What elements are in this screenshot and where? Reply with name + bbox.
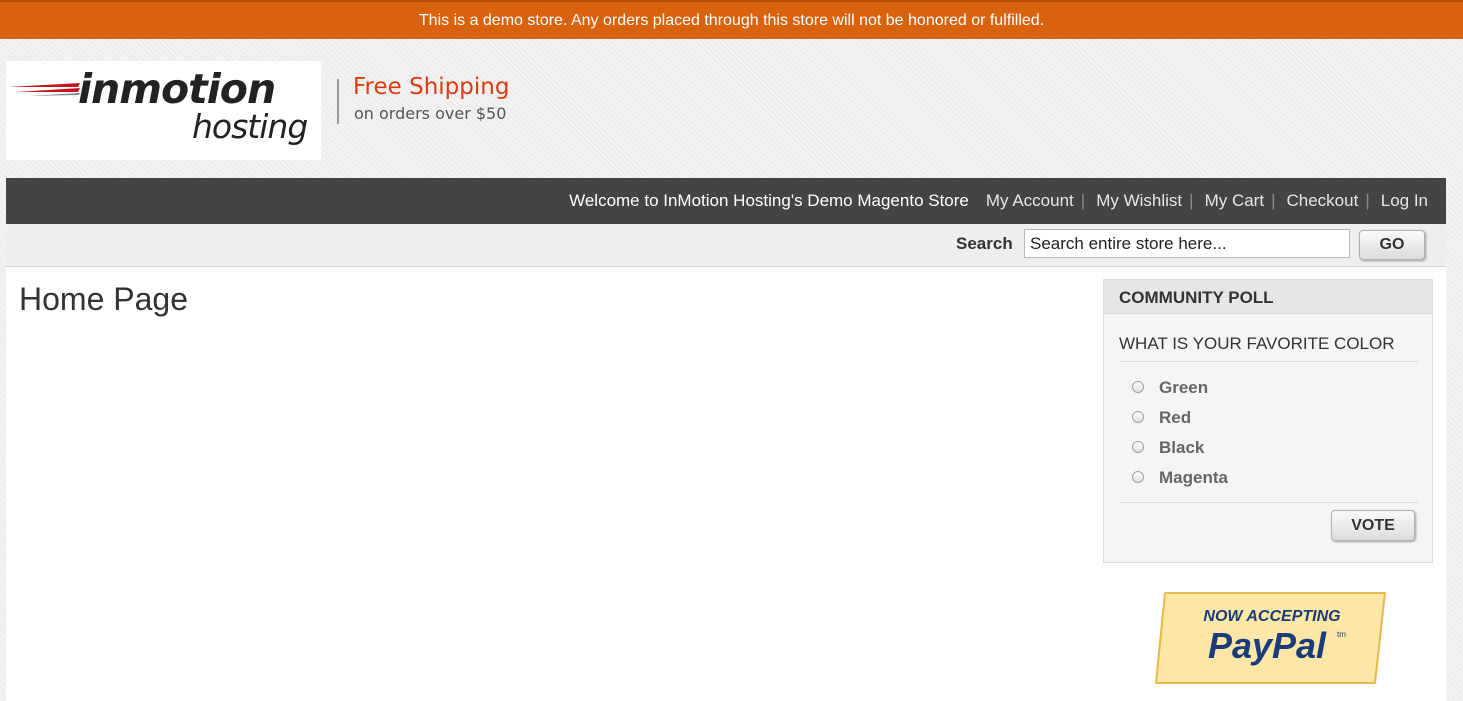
poll-option-red[interactable]: Red [1132, 409, 1228, 439]
paypal-now-accepting: NOW ACCEPTING [1203, 608, 1340, 625]
radio-button[interactable] [1132, 471, 1144, 483]
poll-option-label[interactable]: Red [1159, 409, 1191, 426]
top-links: Welcome to InMotion Hosting's Demo Magen… [569, 178, 1428, 224]
link-separator: | [1271, 191, 1276, 210]
vote-button[interactable]: VOTE [1331, 510, 1415, 541]
header-divider [337, 79, 339, 124]
radio-button[interactable] [1132, 441, 1144, 453]
demo-store-notice: This is a demo store. Any orders placed … [0, 0, 1463, 39]
poll-option-label[interactable]: Magenta [1159, 469, 1228, 486]
poll-divider [1119, 502, 1418, 503]
my-account-link[interactable]: My Account [986, 191, 1074, 211]
paypal-trademark: tm [1337, 630, 1346, 639]
poll-option-black[interactable]: Black [1132, 439, 1228, 469]
welcome-message: Welcome to InMotion Hosting's Demo Magen… [569, 191, 969, 210]
store-logo[interactable]: inmotion hosting [6, 61, 321, 160]
paypal-logo-text: PayPal [1208, 625, 1327, 666]
link-separator: | [1365, 191, 1370, 210]
free-shipping-title: Free Shipping [353, 74, 510, 100]
community-poll: COMMUNITY POLL WHAT IS YOUR FAVORITE COL… [1103, 279, 1433, 563]
poll-option-label[interactable]: Black [1159, 439, 1204, 456]
main-content: Home Page COMMUNITY POLL WHAT IS YOUR FA… [6, 267, 1446, 701]
demo-store-notice-text: This is a demo store. Any orders placed … [418, 12, 1045, 29]
poll-option-green[interactable]: Green [1132, 379, 1228, 409]
link-separator: | [1189, 191, 1194, 210]
search-label: Search [956, 234, 1013, 253]
poll-options: Green Red Black Magenta [1132, 379, 1228, 499]
radio-button[interactable] [1132, 411, 1144, 423]
logo-swoosh-icon [8, 83, 80, 96]
my-wishlist-link[interactable]: My Wishlist [1096, 191, 1182, 211]
checkout-link[interactable]: Checkout [1286, 191, 1358, 211]
poll-heading: COMMUNITY POLL [1104, 280, 1432, 314]
free-shipping-subtitle: on orders over $50 [354, 104, 507, 123]
logo-text-inmotion: inmotion [78, 65, 276, 113]
page-title: Home Page [19, 281, 188, 317]
poll-heading-text: COMMUNITY POLL [1119, 288, 1274, 307]
log-in-link[interactable]: Log In [1381, 191, 1428, 211]
paypal-badge: NOW ACCEPTING PayPal tm [1155, 592, 1386, 684]
poll-question: WHAT IS YOUR FAVORITE COLOR [1119, 334, 1418, 362]
logo-text-hosting: hosting [192, 107, 308, 146]
search-input[interactable] [1024, 229, 1350, 258]
poll-option-magenta[interactable]: Magenta [1132, 469, 1228, 499]
poll-option-label[interactable]: Green [1159, 379, 1208, 396]
my-cart-link[interactable]: My Cart [1205, 191, 1265, 211]
search-go-button[interactable]: GO [1359, 230, 1425, 260]
radio-button[interactable] [1132, 381, 1144, 393]
top-links-bar: Welcome to InMotion Hosting's Demo Magen… [6, 178, 1446, 224]
link-separator: | [1080, 191, 1086, 210]
search-bar: Search GO [6, 224, 1446, 267]
